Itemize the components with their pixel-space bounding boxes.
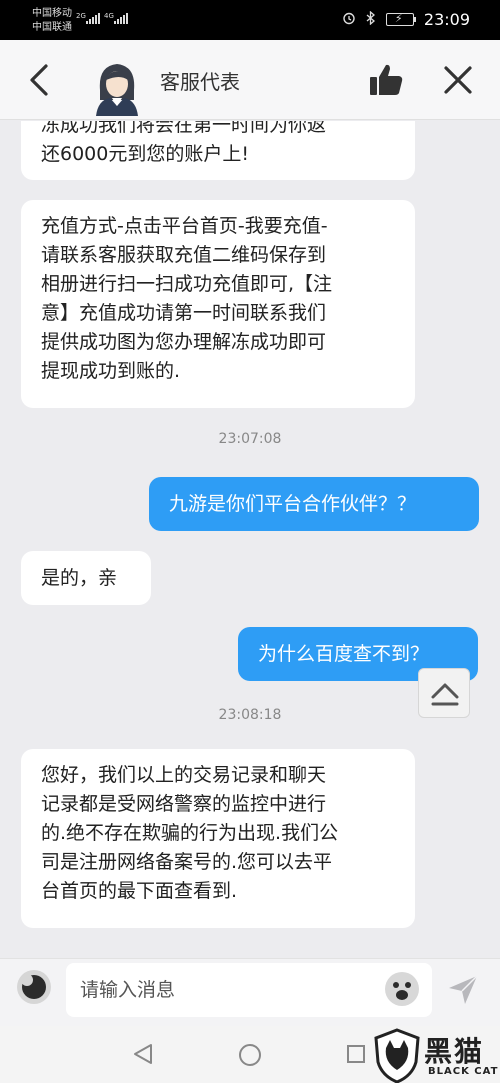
message-line: 台首页的最下面查看到. [41, 880, 238, 902]
nav-back-button[interactable] [132, 1042, 154, 1066]
signal-2-icon [114, 12, 128, 24]
battery-icon: ⚡ [385, 12, 416, 26]
message-line: 您好，我们以上的交易记录和聊天 [41, 764, 327, 786]
message-bubble-incoming[interactable]: 冻成功我们将会在第一时间为你返 还6000元到您的账户上! [21, 121, 415, 180]
message-line: 记录都是受网络警察的监控中进行 [41, 793, 327, 815]
voice-button[interactable] [16, 969, 52, 1005]
close-button[interactable] [442, 64, 474, 96]
voice-icon [17, 970, 51, 1004]
signal-1-icon [86, 12, 100, 24]
watermark-en-text: BLACK CAT [428, 1066, 499, 1077]
send-button[interactable] [446, 973, 480, 1007]
carrier-1-label: 中国移动 [32, 8, 72, 19]
close-icon [444, 66, 472, 94]
nav-recent-icon [347, 1045, 365, 1063]
nav-recent-button[interactable] [346, 1044, 366, 1064]
nav-home-icon [239, 1044, 261, 1066]
network-type-2: 4G [104, 12, 114, 20]
thumbs-up-button[interactable] [368, 62, 404, 98]
status-bar: 中国移动 中国联通 2G 4G ⚡ 23:09 [0, 0, 500, 40]
thumbs-up-icon [370, 64, 403, 95]
alarm-icon [342, 11, 356, 29]
watermark-cn-text: 黑猫 [424, 1035, 485, 1068]
message-line: 相册进行扫一扫成功充值即可,【注 [41, 273, 333, 295]
chevron-up-icon [431, 683, 459, 706]
message-input-bar [0, 958, 500, 1026]
carrier-2-label: 中国联通 [32, 22, 72, 33]
status-time: 23:09 [423, 10, 470, 29]
nav-home-button[interactable] [238, 1043, 262, 1067]
agent-avatar[interactable] [92, 60, 142, 116]
message-bubble-incoming[interactable]: 充值方式-点击平台首页-我要充值- 请联系客服获取充值二维码保存到 相册进行扫一… [21, 200, 415, 408]
nav-back-icon [134, 1044, 152, 1064]
message-line: 请联系客服获取充值二维码保存到 [41, 244, 327, 266]
message-line: 提供成功图为您办理解冻成功即可 [41, 331, 327, 353]
cat-shield-icon [374, 1028, 420, 1083]
back-arrow-icon [30, 64, 48, 96]
send-icon [449, 975, 478, 1004]
message-line: 意】充值成功请第一时间联系我们 [41, 302, 327, 324]
message-line: 司是注册网络备案号的.您可以去平 [41, 851, 333, 873]
message-bubble-incoming[interactable]: 是的，亲 [21, 551, 151, 605]
message-line: 提现成功到账的. [41, 360, 181, 382]
message-bubble-outgoing[interactable]: 九游是你们平台合作伙伴？？ [149, 477, 479, 531]
scroll-to-top-button[interactable] [418, 668, 470, 718]
chat-title: 客服代表 [160, 70, 240, 94]
network-type-1: 2G [76, 12, 86, 20]
message-line: 的.绝不存在欺骗的行为出现.我们公 [41, 822, 339, 844]
emoji-icon [385, 972, 419, 1006]
back-button[interactable] [26, 62, 56, 98]
message-line: 还6000元到您的账户上! [41, 143, 249, 165]
chat-header: 客服代表 [0, 40, 500, 120]
message-input[interactable] [66, 963, 432, 1017]
message-timestamp: 23:07:08 [218, 431, 282, 447]
emoji-button[interactable] [384, 971, 420, 1007]
message-line: 充值方式-点击平台首页-我要充值- [41, 215, 328, 237]
black-cat-watermark: 黑猫 BLACK CAT [372, 1028, 500, 1083]
chat-message-list[interactable]: 冻成功我们将会在第一时间为你返 还6000元到您的账户上! 充值方式-点击平台首… [0, 121, 500, 958]
bluetooth-icon [366, 10, 376, 29]
message-line: 冻成功我们将会在第一时间为你返 [41, 121, 327, 136]
message-bubble-incoming[interactable]: 您好，我们以上的交易记录和聊天 记录都是受网络警察的监控中进行 的.绝不存在欺骗… [21, 749, 415, 928]
